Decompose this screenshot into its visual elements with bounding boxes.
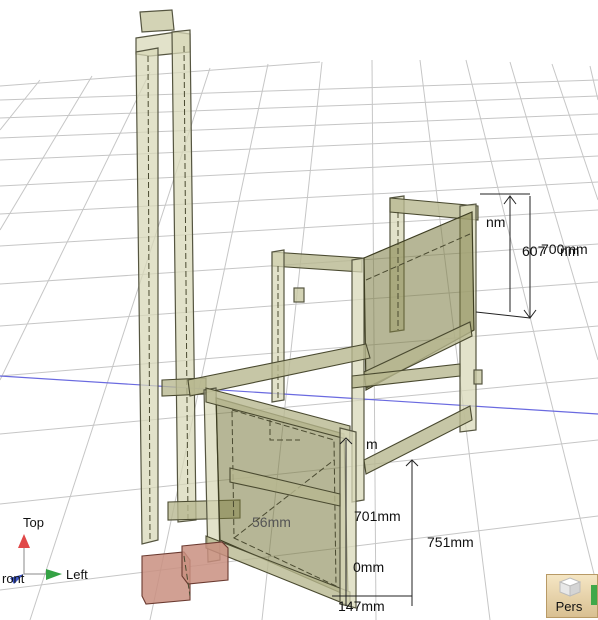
dimension-label: 147mm — [338, 598, 385, 614]
dimension-label: nm — [486, 214, 505, 230]
dimension-label: 56mm — [252, 514, 291, 530]
view-mode-label: Pers — [555, 599, 583, 614]
dimension-label: m — [366, 436, 378, 452]
left-axis-label: Left — [66, 567, 88, 582]
view-cube-edge — [591, 585, 597, 605]
x-axis-line — [0, 375, 598, 415]
base-blocks — [141, 541, 229, 605]
scene-canvas[interactable]: 701mm 751mm 147mm 56mm 0mm m nm 607 700m… — [0, 0, 598, 620]
dimension-label: 701mm — [354, 508, 401, 524]
cube-icon — [559, 577, 581, 597]
left-axis-arrow-icon — [46, 569, 62, 580]
dimension-label: 0mm — [353, 559, 384, 575]
top-axis-label: Top — [23, 515, 44, 530]
front-axis-label: ront — [2, 571, 25, 586]
view-cube[interactable]: Pers — [546, 574, 598, 618]
dimension-label: 751mm — [427, 534, 474, 550]
dimension-label: nm — [560, 243, 579, 259]
3d-viewport[interactable]: 701mm 751mm 147mm 56mm 0mm m nm 607 700m… — [0, 0, 598, 620]
top-axis-arrow-icon — [18, 534, 30, 548]
